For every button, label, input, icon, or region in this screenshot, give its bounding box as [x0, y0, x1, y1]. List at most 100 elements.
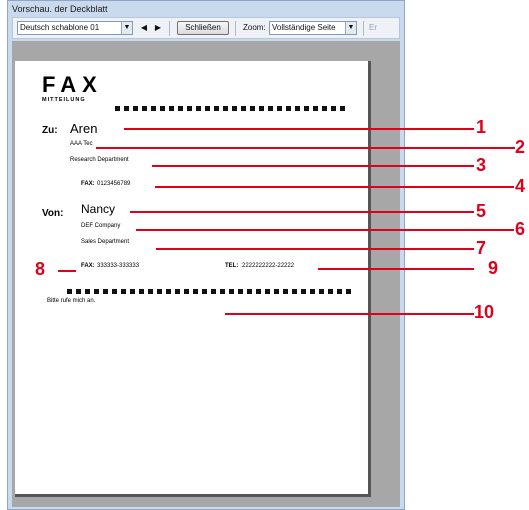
fax-subtitle: MITTEILUNG	[42, 97, 86, 103]
divider-dot	[169, 106, 174, 111]
dotted-divider-bottom	[67, 281, 357, 294]
divider-dot	[175, 289, 180, 294]
divider-dot	[184, 289, 189, 294]
divider-dot	[85, 289, 90, 294]
close-button[interactable]: Schließen	[177, 21, 229, 35]
divider-dot	[220, 289, 225, 294]
divider-dot	[124, 106, 129, 111]
divider-dot	[337, 289, 342, 294]
divider-dot	[133, 106, 138, 111]
divider-dot	[205, 106, 210, 111]
from-name: Nancy	[81, 202, 116, 216]
divider-dot	[214, 106, 219, 111]
divider-dot	[331, 106, 336, 111]
divider-dot	[259, 106, 264, 111]
toolbar: Deutsch schablone 01 ▼ ◀ ▶ Schließen Zoo…	[12, 17, 400, 39]
dotted-divider-top	[115, 98, 355, 111]
divider-dot	[103, 289, 108, 294]
divider-dot	[130, 289, 135, 294]
divider-dot	[112, 289, 117, 294]
callout-number-7: 7	[476, 238, 487, 258]
divider-dot	[94, 289, 99, 294]
zoom-select[interactable]: Vollständige Seite ▼	[269, 21, 357, 35]
from-company: DEF Company	[81, 223, 121, 229]
template-select[interactable]: Deutsch schablone 01 ▼	[17, 21, 133, 35]
divider-dot	[241, 106, 246, 111]
callout-line-8	[58, 270, 76, 272]
divider-dot	[187, 106, 192, 111]
from-tel-label: TEL:	[225, 263, 239, 269]
callout-line-1	[124, 128, 474, 130]
divider-dot	[265, 289, 270, 294]
divider-dot	[283, 289, 288, 294]
divider-dot	[247, 289, 252, 294]
to-fax: 0123456789	[97, 181, 131, 187]
divider-dot	[319, 289, 324, 294]
chevron-down-icon[interactable]: ▼	[121, 22, 132, 34]
next-page-icon[interactable]: ▶	[153, 22, 163, 34]
callout-line-4	[155, 186, 514, 188]
divider-dot	[142, 106, 147, 111]
zoom-select-value: Vollständige Seite	[272, 23, 336, 32]
divider-dot	[346, 289, 351, 294]
divider-dot	[256, 289, 261, 294]
divider-dot	[340, 106, 345, 111]
toolbar-separator	[235, 21, 236, 36]
cover-page: FAX MITTEILUNG Zu: Aren AAA Tec Research…	[15, 61, 371, 497]
divider-dot	[328, 289, 333, 294]
message-text: Bitte rufe mich an.	[47, 298, 96, 304]
toolbar-separator	[169, 21, 170, 36]
divider-dot	[121, 289, 126, 294]
callout-line-5	[130, 211, 474, 213]
divider-dot	[196, 106, 201, 111]
callout-line-2	[96, 147, 515, 149]
divider-dot	[301, 289, 306, 294]
to-company: AAA Tec	[70, 141, 93, 147]
toolbar-separator	[363, 21, 364, 36]
to-name: Aren	[70, 121, 98, 136]
divider-dot	[292, 289, 297, 294]
callout-line-10	[225, 313, 474, 315]
callout-line-3	[152, 165, 474, 167]
divider-dot	[178, 106, 183, 111]
divider-dot	[115, 106, 120, 111]
divider-dot	[211, 289, 216, 294]
from-fax-label: FAX:	[81, 263, 95, 269]
callout-number-5: 5	[476, 201, 487, 221]
divider-dot	[157, 289, 162, 294]
callout-number-2: 2	[515, 137, 526, 157]
prev-page-icon[interactable]: ◀	[139, 22, 149, 34]
chevron-down-icon[interactable]: ▼	[345, 22, 356, 34]
divider-dot	[250, 106, 255, 111]
callout-line-9	[318, 268, 474, 270]
divider-dot	[193, 289, 198, 294]
divider-dot	[268, 106, 273, 111]
callout-number-10: 10	[474, 302, 495, 322]
extra-button[interactable]: Er	[369, 22, 377, 34]
window-title: Vorschau. der Deckblatt	[12, 4, 108, 14]
callout-number-3: 3	[476, 155, 487, 175]
divider-dot	[313, 106, 318, 111]
from-label: Von:	[42, 208, 64, 219]
divider-dot	[67, 289, 72, 294]
callout-number-6: 6	[515, 219, 526, 239]
divider-dot	[295, 106, 300, 111]
divider-dot	[166, 289, 171, 294]
divider-dot	[148, 289, 153, 294]
template-select-value: Deutsch schablone 01	[20, 23, 100, 32]
callout-number-8: 8	[35, 259, 46, 279]
divider-dot	[277, 106, 282, 111]
to-label: Zu:	[42, 125, 58, 136]
callout-line-7	[156, 248, 474, 250]
callout-number-4: 4	[515, 176, 526, 196]
divider-dot	[202, 289, 207, 294]
divider-dot	[274, 289, 279, 294]
callout-number-9: 9	[488, 258, 499, 278]
divider-dot	[286, 106, 291, 111]
to-fax-label: FAX:	[81, 181, 95, 187]
divider-dot	[229, 289, 234, 294]
from-department: Sales Department	[81, 239, 130, 245]
divider-dot	[139, 289, 144, 294]
callout-line-6	[136, 229, 514, 231]
from-tel: 2222222222-22222	[242, 263, 295, 269]
